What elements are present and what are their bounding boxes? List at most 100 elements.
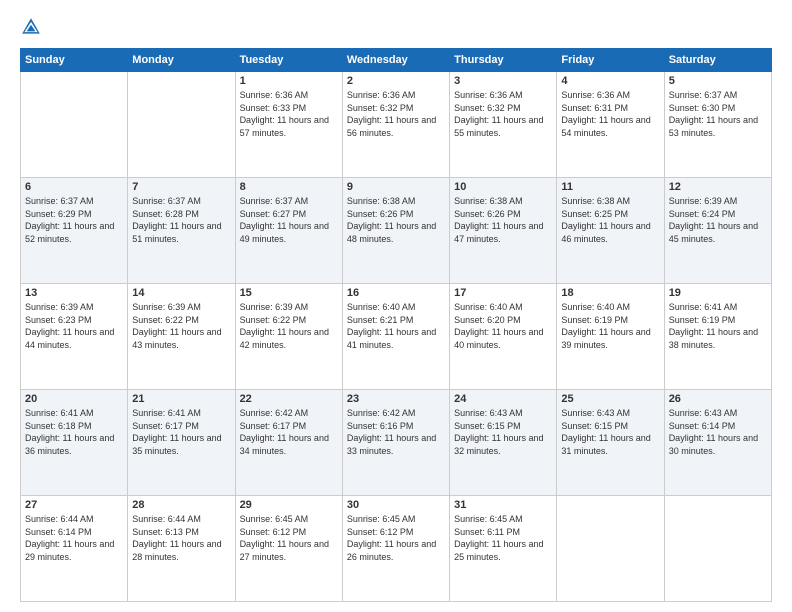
day-detail: Sunrise: 6:41 AMSunset: 6:18 PMDaylight:… xyxy=(25,407,123,457)
page: SundayMondayTuesdayWednesdayThursdayFrid… xyxy=(0,0,792,612)
day-detail: Sunrise: 6:38 AMSunset: 6:26 PMDaylight:… xyxy=(454,195,552,245)
calendar-cell: 14 Sunrise: 6:39 AMSunset: 6:22 PMDayligh… xyxy=(128,284,235,390)
calendar-cell: 5Sunrise: 6:37 AMSunset: 6:30 PMDaylight… xyxy=(664,72,771,178)
calendar-cell: 3Sunrise: 6:36 AMSunset: 6:32 PMDaylight… xyxy=(450,72,557,178)
day-detail: Sunrise: 6:43 AMSunset: 6:15 PMDaylight:… xyxy=(454,407,552,457)
calendar-cell: 26 Sunrise: 6:43 AMSunset: 6:14 PMDayligh… xyxy=(664,390,771,496)
day-detail: Sunrise: 6:44 AMSunset: 6:14 PMDaylight:… xyxy=(25,513,123,563)
calendar-table: SundayMondayTuesdayWednesdayThursdayFrid… xyxy=(20,48,772,602)
calendar-cell: 24 Sunrise: 6:43 AMSunset: 6:15 PMDayligh… xyxy=(450,390,557,496)
logo-icon xyxy=(20,16,42,38)
day-detail: Sunrise: 6:37 AMSunset: 6:29 PMDaylight:… xyxy=(25,195,123,245)
calendar-cell: 31 Sunrise: 6:45 AMSunset: 6:11 PMDayligh… xyxy=(450,496,557,602)
day-number: 3 xyxy=(454,75,552,87)
day-detail: Sunrise: 6:39 AMSunset: 6:23 PMDaylight:… xyxy=(25,301,123,351)
calendar-cell: 29Sunrise: 6:45 AMSunset: 6:12 PMDayligh… xyxy=(235,496,342,602)
week-row-4: 20 Sunrise: 6:41 AMSunset: 6:18 PMDayligh… xyxy=(21,390,772,496)
week-row-5: 27 Sunrise: 6:44 AMSunset: 6:14 PMDayligh… xyxy=(21,496,772,602)
day-number: 13 xyxy=(25,287,123,299)
day-detail: Sunrise: 6:36 AMSunset: 6:33 PMDaylight:… xyxy=(240,89,338,139)
calendar-cell: 6 Sunrise: 6:37 AMSunset: 6:29 PMDaylight… xyxy=(21,178,128,284)
day-number: 30 xyxy=(347,499,445,511)
day-number: 23 xyxy=(347,393,445,405)
day-number: 28 xyxy=(132,499,230,511)
day-number: 15 xyxy=(240,287,338,299)
day-number: 16 xyxy=(347,287,445,299)
day-header-friday: Friday xyxy=(557,49,664,72)
day-number: 20 xyxy=(25,393,123,405)
day-detail: Sunrise: 6:45 AMSunset: 6:12 PMDaylight:… xyxy=(347,513,445,563)
calendar-cell: 16 Sunrise: 6:40 AMSunset: 6:21 PMDayligh… xyxy=(342,284,449,390)
calendar-cell: 21 Sunrise: 6:41 AMSunset: 6:17 PMDayligh… xyxy=(128,390,235,496)
calendar-cell: 25 Sunrise: 6:43 AMSunset: 6:15 PMDayligh… xyxy=(557,390,664,496)
day-detail: Sunrise: 6:45 AMSunset: 6:11 PMDaylight:… xyxy=(454,513,552,563)
header xyxy=(20,16,772,38)
calendar-cell xyxy=(557,496,664,602)
day-header-saturday: Saturday xyxy=(664,49,771,72)
day-number: 6 xyxy=(25,181,123,193)
day-number: 8 xyxy=(240,181,338,193)
calendar-cell: 10 Sunrise: 6:38 AMSunset: 6:26 PMDayligh… xyxy=(450,178,557,284)
day-detail: Sunrise: 6:39 AMSunset: 6:22 PMDaylight:… xyxy=(132,301,230,351)
day-number: 25 xyxy=(561,393,659,405)
day-number: 24 xyxy=(454,393,552,405)
day-number: 21 xyxy=(132,393,230,405)
day-header-monday: Monday xyxy=(128,49,235,72)
calendar-cell xyxy=(21,72,128,178)
day-number: 19 xyxy=(669,287,767,299)
week-row-3: 13 Sunrise: 6:39 AMSunset: 6:23 PMDayligh… xyxy=(21,284,772,390)
day-number: 1 xyxy=(240,75,338,87)
day-number: 12 xyxy=(669,181,767,193)
day-detail: Sunrise: 6:40 AMSunset: 6:19 PMDaylight:… xyxy=(561,301,659,351)
day-number: 4 xyxy=(561,75,659,87)
day-number: 14 xyxy=(132,287,230,299)
calendar-cell: 27 Sunrise: 6:44 AMSunset: 6:14 PMDayligh… xyxy=(21,496,128,602)
calendar-cell: 20 Sunrise: 6:41 AMSunset: 6:18 PMDayligh… xyxy=(21,390,128,496)
day-header-tuesday: Tuesday xyxy=(235,49,342,72)
calendar-cell: 13 Sunrise: 6:39 AMSunset: 6:23 PMDayligh… xyxy=(21,284,128,390)
day-number: 10 xyxy=(454,181,552,193)
calendar-cell: 11Sunrise: 6:38 AMSunset: 6:25 PMDayligh… xyxy=(557,178,664,284)
day-detail: Sunrise: 6:38 AMSunset: 6:25 PMDaylight:… xyxy=(561,195,659,245)
day-detail: Sunrise: 6:38 AMSunset: 6:26 PMDaylight:… xyxy=(347,195,445,245)
week-row-2: 6 Sunrise: 6:37 AMSunset: 6:29 PMDaylight… xyxy=(21,178,772,284)
logo xyxy=(20,16,46,38)
calendar-cell: 4Sunrise: 6:36 AMSunset: 6:31 PMDaylight… xyxy=(557,72,664,178)
days-header-row: SundayMondayTuesdayWednesdayThursdayFrid… xyxy=(21,49,772,72)
day-number: 29 xyxy=(240,499,338,511)
day-number: 2 xyxy=(347,75,445,87)
calendar-cell xyxy=(128,72,235,178)
day-detail: Sunrise: 6:37 AMSunset: 6:27 PMDaylight:… xyxy=(240,195,338,245)
calendar-cell: 28Sunrise: 6:44 AMSunset: 6:13 PMDayligh… xyxy=(128,496,235,602)
calendar-cell: 15 Sunrise: 6:39 AMSunset: 6:22 PMDayligh… xyxy=(235,284,342,390)
day-detail: Sunrise: 6:36 AMSunset: 6:32 PMDaylight:… xyxy=(347,89,445,139)
day-detail: Sunrise: 6:43 AMSunset: 6:14 PMDaylight:… xyxy=(669,407,767,457)
day-detail: Sunrise: 6:40 AMSunset: 6:21 PMDaylight:… xyxy=(347,301,445,351)
calendar-cell: 17 Sunrise: 6:40 AMSunset: 6:20 PMDayligh… xyxy=(450,284,557,390)
week-row-1: 1 Sunrise: 6:36 AMSunset: 6:33 PMDaylight… xyxy=(21,72,772,178)
day-detail: Sunrise: 6:42 AMSunset: 6:16 PMDaylight:… xyxy=(347,407,445,457)
calendar-cell: 30 Sunrise: 6:45 AMSunset: 6:12 PMDayligh… xyxy=(342,496,449,602)
day-number: 27 xyxy=(25,499,123,511)
day-detail: Sunrise: 6:41 AMSunset: 6:17 PMDaylight:… xyxy=(132,407,230,457)
day-header-wednesday: Wednesday xyxy=(342,49,449,72)
day-number: 17 xyxy=(454,287,552,299)
day-detail: Sunrise: 6:42 AMSunset: 6:17 PMDaylight:… xyxy=(240,407,338,457)
calendar-cell: 9 Sunrise: 6:38 AMSunset: 6:26 PMDaylight… xyxy=(342,178,449,284)
day-detail: Sunrise: 6:39 AMSunset: 6:22 PMDaylight:… xyxy=(240,301,338,351)
day-number: 7 xyxy=(132,181,230,193)
day-number: 26 xyxy=(669,393,767,405)
calendar-cell: 22 Sunrise: 6:42 AMSunset: 6:17 PMDayligh… xyxy=(235,390,342,496)
day-detail: Sunrise: 6:41 AMSunset: 6:19 PMDaylight:… xyxy=(669,301,767,351)
day-detail: Sunrise: 6:43 AMSunset: 6:15 PMDaylight:… xyxy=(561,407,659,457)
day-number: 31 xyxy=(454,499,552,511)
day-header-thursday: Thursday xyxy=(450,49,557,72)
day-number: 9 xyxy=(347,181,445,193)
day-detail: Sunrise: 6:40 AMSunset: 6:20 PMDaylight:… xyxy=(454,301,552,351)
day-detail: Sunrise: 6:39 AMSunset: 6:24 PMDaylight:… xyxy=(669,195,767,245)
day-number: 18 xyxy=(561,287,659,299)
day-header-sunday: Sunday xyxy=(21,49,128,72)
day-number: 22 xyxy=(240,393,338,405)
calendar-cell: 7Sunrise: 6:37 AMSunset: 6:28 PMDaylight… xyxy=(128,178,235,284)
calendar-cell: 8 Sunrise: 6:37 AMSunset: 6:27 PMDaylight… xyxy=(235,178,342,284)
